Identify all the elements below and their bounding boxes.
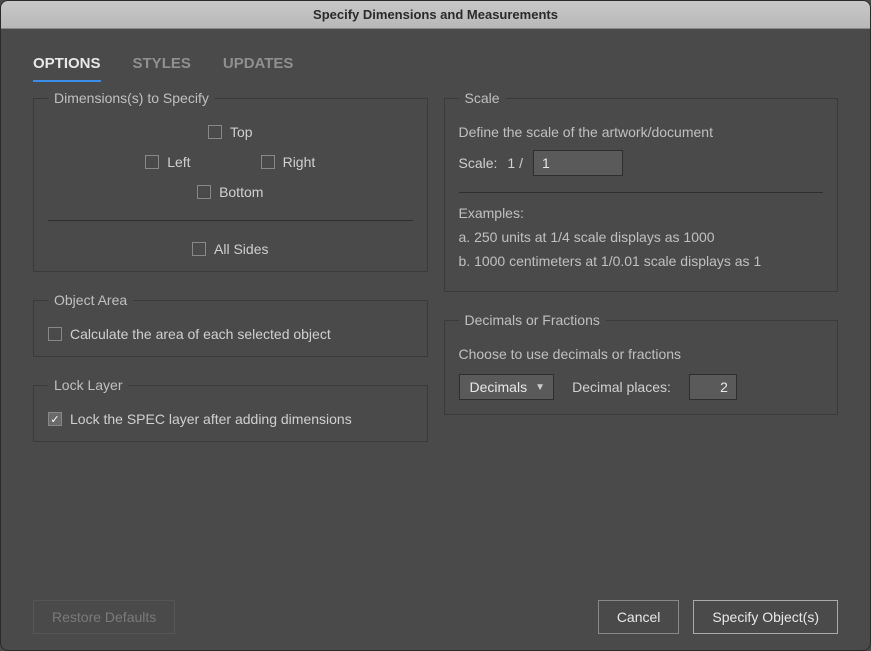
group-lock-layer: Lock Layer ✓ Lock the SPEC layer after a… — [33, 377, 428, 442]
decimals-fractions-select[interactable]: Decimals ▼ — [459, 374, 555, 400]
select-value: Decimals — [470, 379, 528, 395]
checkbox-top[interactable]: Top — [208, 124, 253, 140]
cancel-button[interactable]: Cancel — [598, 600, 680, 634]
decimal-places-label: Decimal places: — [572, 379, 671, 395]
checkbox-all-sides-label: All Sides — [214, 241, 268, 257]
checkbox-box-icon — [48, 327, 62, 341]
group-dimensions: Dimensions(s) to Specify Top Left — [33, 90, 428, 272]
checkbox-lock-layer[interactable]: ✓ Lock the SPEC layer after adding dimen… — [48, 411, 413, 427]
tab-styles[interactable]: STYLES — [133, 49, 191, 82]
titlebar: Specify Dimensions and Measurements — [1, 1, 870, 29]
right-column: Scale Define the scale of the artwork/do… — [444, 90, 839, 580]
checkbox-box-icon — [261, 155, 275, 169]
group-decimals-fractions: Decimals or Fractions Choose to use deci… — [444, 312, 839, 415]
footer-right-buttons: Cancel Specify Object(s) — [598, 600, 838, 634]
window-title: Specify Dimensions and Measurements — [313, 7, 558, 22]
group-object-area-legend: Object Area — [48, 292, 133, 308]
scale-description: Define the scale of the artwork/document — [459, 124, 824, 140]
example-b: b. 1000 centimeters at 1/0.01 scale disp… — [459, 253, 824, 269]
examples-header: Examples: — [459, 205, 824, 221]
scale-input-row: Scale: 1 / — [459, 150, 824, 176]
checkbox-box-icon — [192, 242, 206, 256]
checkbox-box-icon — [208, 125, 222, 139]
scale-label: Scale: — [459, 155, 498, 171]
checkbox-box-icon — [145, 155, 159, 169]
group-object-area: Object Area Calculate the area of each s… — [33, 292, 428, 357]
chevron-down-icon: ▼ — [535, 382, 545, 393]
tab-bar: OPTIONS STYLES UPDATES — [33, 49, 838, 82]
scale-input[interactable] — [533, 150, 623, 176]
dialog-content: OPTIONS STYLES UPDATES Dimensions(s) to … — [1, 29, 870, 650]
restore-defaults-button[interactable]: Restore Defaults — [33, 600, 175, 634]
checkbox-lock-layer-label: Lock the SPEC layer after adding dimensi… — [70, 411, 352, 427]
group-scale-legend: Scale — [459, 90, 506, 106]
checkbox-calculate-area[interactable]: Calculate the area of each selected obje… — [48, 326, 413, 342]
decimals-controls-row: Decimals ▼ Decimal places: — [459, 374, 824, 400]
dialog-window: Specify Dimensions and Measurements OPTI… — [0, 0, 871, 651]
checkbox-left-label: Left — [167, 154, 190, 170]
decimal-places-input[interactable] — [689, 374, 737, 400]
group-scale: Scale Define the scale of the artwork/do… — [444, 90, 839, 292]
checkbox-bottom-label: Bottom — [219, 184, 263, 200]
group-lock-layer-legend: Lock Layer — [48, 377, 128, 393]
tab-options[interactable]: OPTIONS — [33, 49, 101, 82]
divider — [48, 220, 413, 221]
checkbox-right[interactable]: Right — [261, 154, 316, 170]
example-a: a. 250 units at 1/4 scale displays as 10… — [459, 229, 824, 245]
checkbox-box-icon: ✓ — [48, 412, 62, 426]
group-decimals-legend: Decimals or Fractions — [459, 312, 606, 328]
decimals-description: Choose to use decimals or fractions — [459, 346, 824, 362]
checkbox-right-label: Right — [283, 154, 316, 170]
dimensions-controls: Top Left Right — [48, 124, 413, 257]
checkbox-all-sides[interactable]: All Sides — [192, 241, 268, 257]
scale-one-over: 1 / — [507, 155, 523, 171]
checkbox-box-icon — [197, 185, 211, 199]
group-dimensions-legend: Dimensions(s) to Specify — [48, 90, 215, 106]
specify-objects-button[interactable]: Specify Object(s) — [693, 600, 838, 634]
tab-updates[interactable]: UPDATES — [223, 49, 294, 82]
left-column: Dimensions(s) to Specify Top Left — [33, 90, 428, 580]
divider — [459, 192, 824, 193]
dialog-footer: Restore Defaults Cancel Specify Object(s… — [33, 580, 838, 634]
checkbox-bottom[interactable]: Bottom — [197, 184, 263, 200]
scale-examples: Examples: a. 250 units at 1/4 scale disp… — [459, 205, 824, 269]
panel-area: Dimensions(s) to Specify Top Left — [33, 90, 838, 580]
checkbox-top-label: Top — [230, 124, 253, 140]
checkbox-left[interactable]: Left — [145, 154, 190, 170]
dimensions-middle-row: Left Right — [145, 154, 315, 170]
checkbox-calculate-area-label: Calculate the area of each selected obje… — [70, 326, 331, 342]
